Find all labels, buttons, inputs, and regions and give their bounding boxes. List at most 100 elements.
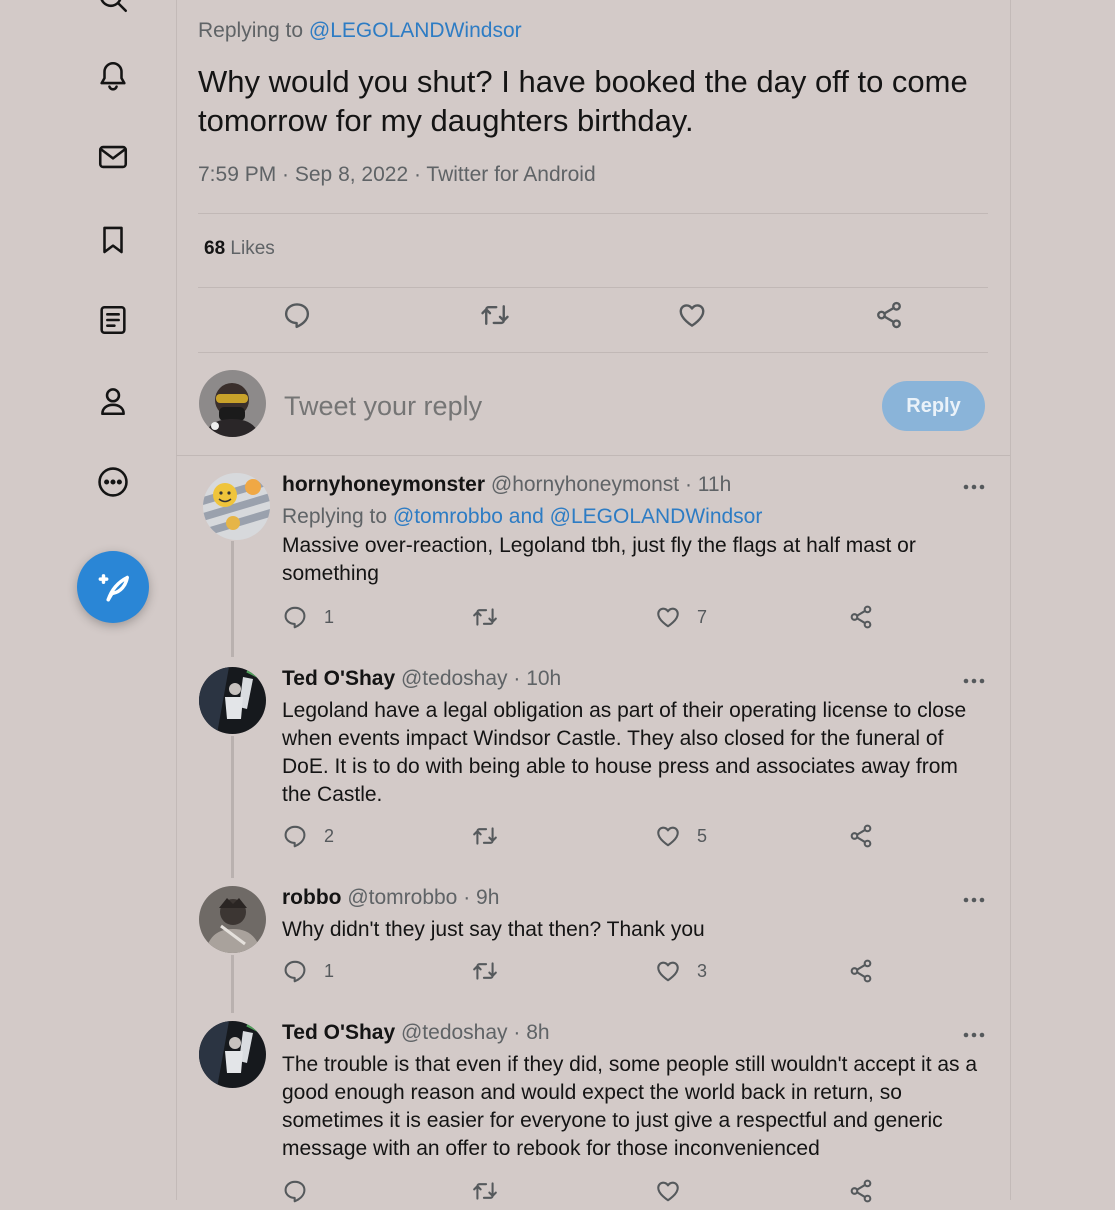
reply-actions: 2 5 [282, 823, 882, 855]
reply-button[interactable] [282, 300, 312, 330]
divider [198, 287, 988, 288]
handle-time: @hornyhoneymonst · 11h [490, 473, 732, 496]
like-button[interactable]: 7 [655, 604, 707, 630]
likes-stat[interactable]: 68 Likes [204, 238, 275, 260]
heart-icon [655, 604, 681, 630]
heart-icon [677, 300, 707, 330]
reply-button[interactable] [282, 1178, 308, 1204]
more-options-icon[interactable] [960, 1027, 988, 1043]
tweet-detail: Replying to @LEGOLANDWindsor Why would y… [176, 0, 1010, 1200]
bell-icon[interactable] [93, 56, 133, 96]
reply-header: robbo @tomrobbo · 9h [282, 886, 499, 910]
replying-to-link[interactable]: @LEGOLANDWindsor [309, 19, 522, 42]
reply-button[interactable]: 1 [282, 958, 334, 984]
reply-actions [282, 1178, 882, 1210]
retweet-icon [472, 1178, 498, 1204]
reply-header: Ted O'Shay @tedoshay · 10h [282, 667, 561, 691]
compose-feather-icon [98, 574, 129, 602]
reply-header: hornyhoneymonster @hornyhoneymonst · 11h [282, 473, 731, 497]
heart-icon [655, 958, 681, 984]
replying-to: Replying to @LEGOLANDWindsor [198, 19, 522, 42]
reply-submit-button[interactable]: Reply [882, 381, 985, 431]
more-options-icon[interactable] [960, 673, 988, 689]
reply-count: 1 [324, 960, 335, 981]
share-icon [848, 604, 874, 630]
more-circle-icon[interactable] [93, 462, 133, 502]
thread-connector [231, 736, 234, 878]
retweet-button[interactable] [472, 604, 498, 630]
reply-button[interactable]: 1 [282, 604, 334, 630]
retweet-button[interactable] [472, 1178, 498, 1204]
reply-icon [282, 300, 312, 330]
tweet-meta: 7:59 PM · Sep 8, 2022 · Twitter for Andr… [198, 163, 596, 186]
search-icon[interactable] [93, 0, 133, 18]
share-button[interactable] [848, 823, 874, 849]
reply-composer: Reply [176, 355, 1010, 456]
like-button[interactable] [655, 1178, 681, 1204]
tweet-text: Why would you shut? I have booked the da… [198, 64, 968, 138]
reply-button[interactable]: 2 [282, 823, 334, 849]
like-button[interactable] [677, 300, 707, 330]
avatar[interactable] [199, 1021, 266, 1088]
reply-actions: 1 3 [282, 958, 882, 990]
reply-count: 1 [324, 606, 335, 627]
display-name[interactable]: Ted O'Shay [282, 667, 395, 690]
retweet-icon [472, 958, 498, 984]
likes-count: 68 [204, 238, 226, 259]
reply-text: Why didn't they just say that then? Than… [282, 918, 705, 941]
handle-time: @tedoshay · 10h [400, 667, 562, 690]
tweet-actions [198, 300, 988, 340]
share-button[interactable] [874, 300, 904, 330]
avatar[interactable] [199, 886, 266, 953]
profile-icon[interactable] [93, 381, 133, 421]
reply-text: Legoland have a legal obligation as part… [282, 699, 967, 806]
handle-time: @tomrobbo · 9h [347, 886, 500, 909]
share-button[interactable] [848, 604, 874, 630]
reply-icon [282, 823, 308, 849]
avatar[interactable] [199, 370, 266, 437]
retweet-button[interactable] [472, 823, 498, 849]
reply-icon [282, 604, 308, 630]
mail-icon[interactable] [93, 137, 133, 177]
like-count: 7 [697, 606, 708, 627]
retweet-button[interactable] [472, 958, 498, 984]
like-button[interactable]: 3 [655, 958, 707, 984]
thread-connector [231, 541, 234, 657]
more-options-icon[interactable] [960, 892, 988, 908]
lists-icon[interactable] [93, 300, 133, 340]
reply-count: 2 [324, 825, 335, 846]
like-button[interactable]: 5 [655, 823, 707, 849]
compose-tweet-button[interactable] [77, 551, 149, 623]
display-name[interactable]: hornyhoneymonster [282, 473, 485, 496]
like-count: 3 [697, 960, 708, 981]
retweet-icon [480, 300, 510, 330]
more-options-icon[interactable] [960, 479, 988, 495]
share-icon [848, 823, 874, 849]
heart-icon [655, 823, 681, 849]
divider [198, 352, 988, 353]
divider [198, 213, 988, 214]
retweet-icon [472, 604, 498, 630]
reply-header: Ted O'Shay @tedoshay · 8h [282, 1021, 550, 1045]
avatar[interactable] [199, 667, 266, 734]
retweet-button[interactable] [480, 300, 510, 330]
reply-text: The trouble is that even if they did, so… [282, 1053, 978, 1160]
heart-icon [655, 1178, 681, 1204]
bookmark-icon[interactable] [93, 220, 133, 260]
reply-icon [282, 1178, 308, 1204]
share-icon [874, 300, 904, 330]
display-name[interactable]: Ted O'Shay [282, 1021, 395, 1044]
handle-time: @tedoshay · 8h [400, 1021, 550, 1044]
share-button[interactable] [848, 1178, 874, 1204]
like-count: 5 [697, 825, 708, 846]
reply-text: Massive over-reaction, Legoland tbh, jus… [282, 534, 916, 585]
sidebar [0, 0, 176, 1200]
replying-to-link[interactable]: @tomrobbo and @LEGOLANDWindsor [393, 505, 762, 528]
column-divider-right [1010, 0, 1011, 1200]
share-button[interactable] [848, 958, 874, 984]
reply-icon [282, 958, 308, 984]
display-name[interactable]: robbo [282, 886, 341, 909]
reply-input[interactable] [284, 391, 804, 422]
thread-connector [231, 955, 234, 1013]
avatar[interactable] [203, 473, 270, 540]
